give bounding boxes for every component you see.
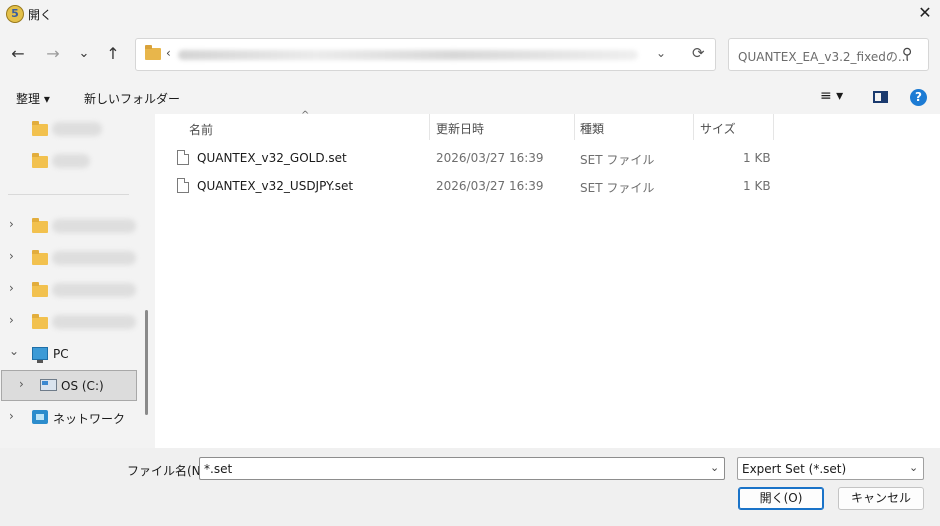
navigation-bar: ← → ⌄ ↑ ‹ ⌄ ⟳ QUANTEX_EA_v3.2_fixedの... …	[0, 28, 940, 82]
expand-chevron-icon[interactable]: ›	[9, 217, 14, 231]
folder-icon	[32, 314, 48, 329]
sidebar-item-label: ネットワーク	[53, 412, 126, 426]
file-modified: 2026/03/27 16:39	[436, 151, 544, 165]
app-icon: 5	[6, 5, 24, 23]
redacted-label	[52, 315, 136, 329]
sidebar-folder-item[interactable]: ›	[0, 274, 140, 306]
preview-pane-icon[interactable]	[873, 91, 888, 103]
sidebar-item-label: OS (C:)	[61, 379, 104, 393]
file-type-value: Expert Set (*.set)	[742, 462, 847, 476]
chevron-down-icon[interactable]: ⌄	[909, 461, 918, 474]
sidebar-scrollbar[interactable]	[145, 310, 148, 415]
file-size: 1 KB	[743, 179, 771, 193]
table-row[interactable]: QUANTEX_v32_GOLD.set 2026/03/27 16:39 SE…	[155, 144, 940, 172]
column-separator[interactable]	[574, 114, 575, 140]
sidebar-folder-item[interactable]: ›	[0, 306, 140, 338]
column-header-type[interactable]: 種類	[580, 114, 690, 140]
help-icon[interactable]: ?	[910, 89, 927, 106]
folder-icon	[32, 250, 48, 265]
recent-locations-button[interactable]: ⌄	[72, 42, 96, 66]
file-list: ^ 名前 更新日時 種類 サイズ QUANTEX_v32_GOLD.set 20…	[155, 110, 940, 448]
column-separator[interactable]	[429, 114, 430, 140]
column-header-size[interactable]: サイズ	[700, 114, 770, 140]
dialog-footer: ファイル名(N): *.set ⌄ Expert Set (*.set) ⌄ 開…	[0, 448, 940, 526]
organize-button[interactable]: 整理 ▾	[16, 90, 50, 107]
address-bar[interactable]: ‹ ⌄ ⟳	[135, 38, 716, 71]
folder-icon	[32, 121, 48, 136]
sidebar-item-os-drive[interactable]: › OS (C:)	[1, 370, 137, 401]
collapse-chevron-icon[interactable]: ⌄	[9, 344, 19, 358]
search-input[interactable]: QUANTEX_EA_v3.2_fixedの... ⚲	[728, 38, 929, 71]
close-icon[interactable]: ✕	[910, 0, 940, 28]
filename-input[interactable]: *.set ⌄	[199, 457, 725, 480]
drive-icon	[40, 379, 57, 391]
file-name: QUANTEX_v32_GOLD.set	[197, 151, 347, 165]
navigation-pane: › › › › ⌄ PC › OS (C:) › ネットワーク	[0, 114, 155, 448]
file-modified: 2026/03/27 16:39	[436, 179, 544, 193]
file-size: 1 KB	[743, 151, 771, 165]
view-options-icon[interactable]: ≡ ▾	[820, 88, 843, 104]
folder-icon	[32, 282, 48, 297]
filename-label: ファイル名(N):	[127, 464, 210, 478]
redacted-label	[52, 122, 102, 136]
address-dropdown-icon[interactable]: ⌄	[656, 46, 666, 60]
folder-icon	[32, 218, 48, 233]
pc-icon	[32, 347, 48, 363]
quick-access-item[interactable]	[0, 114, 140, 146]
table-row[interactable]: QUANTEX_v32_USDJPY.set 2026/03/27 16:39 …	[155, 172, 940, 200]
back-button[interactable]: ←	[6, 42, 30, 66]
title-bar: 5 開く ✕	[0, 0, 940, 28]
sidebar-item-pc[interactable]: ⌄ PC	[0, 338, 140, 370]
column-header-name[interactable]: ^ 名前	[189, 110, 429, 140]
sidebar-folder-item[interactable]: ›	[0, 210, 140, 242]
address-path-redacted	[178, 50, 638, 60]
redacted-label	[52, 251, 136, 265]
file-type: SET ファイル	[580, 181, 655, 195]
redacted-label	[52, 283, 136, 297]
sidebar-item-network[interactable]: › ネットワーク	[0, 402, 140, 434]
sidebar-folder-item[interactable]: ›	[0, 242, 140, 274]
forward-button[interactable]: →	[41, 42, 65, 66]
column-separator[interactable]	[773, 114, 774, 140]
folder-icon	[145, 45, 161, 60]
quick-access-item[interactable]	[0, 146, 140, 178]
cancel-button[interactable]: キャンセル	[838, 487, 924, 510]
expand-chevron-icon[interactable]: ›	[9, 409, 14, 423]
address-overflow-chevron[interactable]: ‹	[166, 46, 171, 60]
file-type: SET ファイル	[580, 153, 655, 167]
search-icon[interactable]: ⚲	[902, 46, 912, 62]
column-separator[interactable]	[693, 114, 694, 140]
sidebar-item-label: PC	[53, 347, 69, 361]
open-button[interactable]: 開く(O)	[738, 487, 824, 510]
sort-ascending-icon: ^	[301, 110, 310, 121]
filename-value: *.set	[204, 462, 233, 476]
file-type-select[interactable]: Expert Set (*.set) ⌄	[737, 457, 924, 480]
expand-chevron-icon[interactable]: ›	[9, 249, 14, 263]
file-icon	[177, 178, 189, 193]
refresh-icon[interactable]: ⟳	[692, 44, 705, 62]
new-folder-button[interactable]: 新しいフォルダー	[84, 90, 180, 107]
redacted-label	[52, 154, 90, 168]
search-placeholder: QUANTEX_EA_v3.2_fixedの...	[738, 50, 910, 64]
file-name: QUANTEX_v32_USDJPY.set	[197, 179, 354, 193]
window-title: 開く	[28, 8, 53, 22]
file-icon	[177, 150, 189, 165]
expand-chevron-icon[interactable]: ›	[9, 281, 14, 295]
chevron-down-icon[interactable]: ⌄	[710, 461, 719, 474]
network-icon	[32, 410, 48, 424]
folder-icon	[32, 153, 48, 168]
column-header-modified[interactable]: 更新日時	[436, 114, 571, 140]
redacted-label	[52, 219, 136, 233]
expand-chevron-icon[interactable]: ›	[9, 313, 14, 327]
command-bar: 整理 ▾ 新しいフォルダー ≡ ▾ ?	[0, 82, 940, 114]
expand-chevron-icon[interactable]: ›	[19, 377, 24, 391]
up-button[interactable]: ↑	[101, 42, 125, 66]
sidebar-divider	[8, 194, 129, 195]
